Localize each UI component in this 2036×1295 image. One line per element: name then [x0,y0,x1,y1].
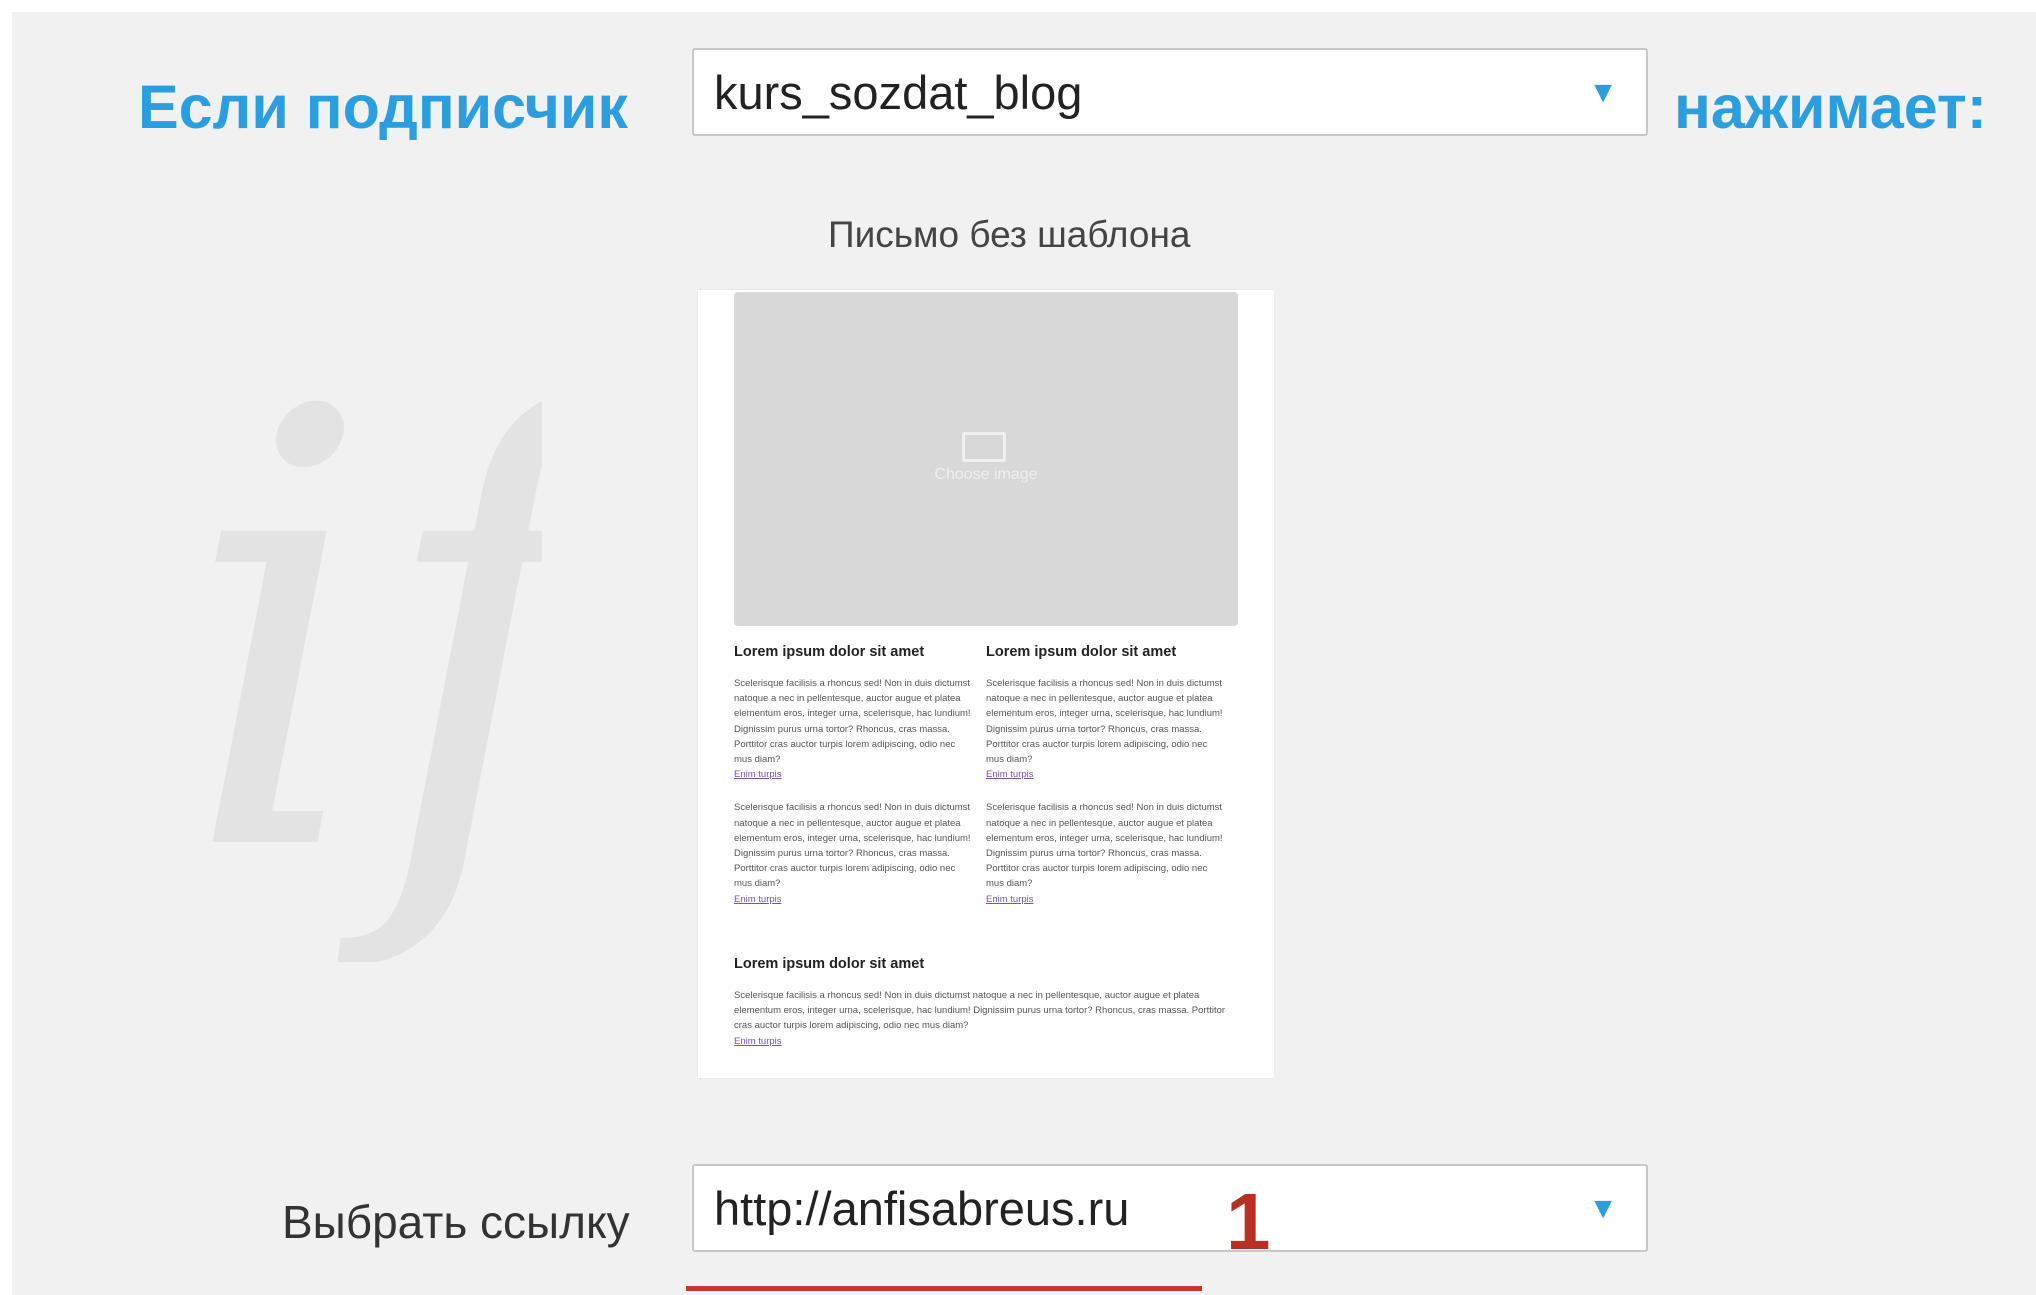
letter-select[interactable]: kurs_sozdat_blog ▼ [692,48,1648,136]
choose-link-label: Выбрать ссылку [282,1196,630,1248]
link-select-value: http://anfisabreus.ru [714,1182,1130,1235]
image-placeholder-label: Choose image [934,466,1038,483]
dropdown-arrow-icon[interactable]: ▼ [1588,50,1618,136]
if-watermark: if [182,322,542,962]
annotation-underline [686,1286,1202,1291]
preview-paragraph: Scelerisque facilisis a rhoncus sed! Non… [986,678,1223,766]
condition-suffix-label: нажимает: [1674,73,1988,141]
image-icon [962,432,1006,462]
preview-paragraph: Scelerisque facilisis a rhoncus sed! Non… [734,678,971,766]
letter-select-value: kurs_sozdat_blog [714,66,1083,119]
preview-column-left: Lorem ipsum dolor sit amet Scelerisque f… [734,642,974,907]
preview-paragraph: Scelerisque facilisis a rhoncus sed! Non… [986,802,1223,890]
preview-link: Enim turpis [734,769,782,781]
preview-heading: Lorem ipsum dolor sit amet [734,644,925,660]
image-placeholder: Choose image [734,292,1238,626]
condition-panel: Если подписчик kurs_sozdat_blog ▼ нажима… [12,12,2036,1295]
preview-full-section: Lorem ipsum dolor sit amet Scelerisque f… [734,954,1242,1049]
preview-link: Enim turpis [734,893,782,905]
email-preview-thumbnail[interactable]: Choose image Lorem ipsum dolor sit amet … [698,290,1274,1078]
dropdown-arrow-icon[interactable]: ▼ [1588,1166,1618,1252]
link-select[interactable]: http://anfisabreus.ru ▼ [692,1164,1648,1252]
preview-heading: Lorem ipsum dolor sit amet [986,644,1177,660]
template-caption: Письмо без шаблона [828,214,1191,255]
preview-paragraph: Scelerisque facilisis a rhoncus sed! Non… [734,802,971,890]
preview-link: Enim turpis [734,1035,782,1047]
preview-link: Enim turpis [986,769,1034,781]
annotation-number: 1 [1226,1177,1271,1266]
preview-paragraph: Scelerisque facilisis a rhoncus sed! Non… [734,990,1226,1032]
svg-text:if: if [182,322,542,962]
condition-prefix-label: Если подписчик [138,73,628,141]
preview-column-right: Lorem ipsum dolor sit amet Scelerisque f… [986,642,1226,907]
preview-link: Enim turpis [986,893,1034,905]
preview-heading: Lorem ipsum dolor sit amet [734,956,925,972]
